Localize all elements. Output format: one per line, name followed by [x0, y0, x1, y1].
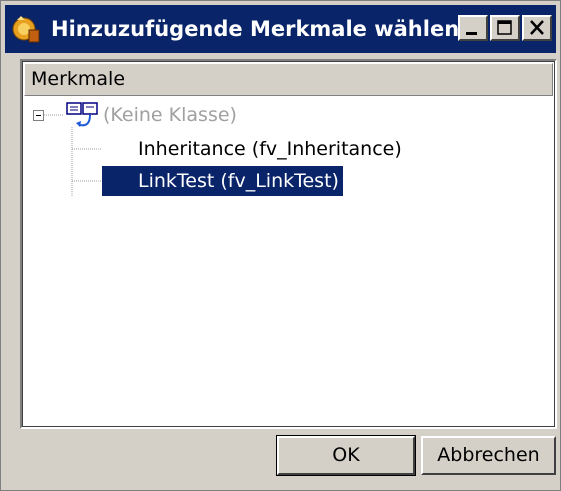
tree-node-root[interactable]: (Keine Klasse) [103, 101, 237, 129]
maximize-button[interactable] [490, 15, 520, 41]
close-icon [530, 20, 544, 35]
tree-node-inheritance[interactable]: Inheritance (fv_Inheritance) [102, 134, 406, 164]
cancel-button[interactable]: Abbrechen [421, 436, 556, 475]
minimize-button[interactable] [458, 15, 488, 41]
feature-tree[interactable]: Merkmale (Keine Klasse) Inheritance (fv_… [20, 59, 557, 429]
ok-button[interactable]: OK [276, 435, 416, 476]
tree-node-linktest[interactable]: LinkTest (fv_LinkTest) [102, 166, 343, 196]
class-icon [66, 102, 98, 127]
tree-connector-lines [44, 114, 102, 197]
title-bar[interactable]: Hinzuzufügende Merkmale wählen [5, 5, 556, 53]
collapse-toggle-icon[interactable] [33, 110, 44, 121]
maximize-icon [497, 20, 512, 35]
tree-node-label: Inheritance (fv_Inheritance) [138, 138, 402, 160]
close-button[interactable] [522, 15, 552, 41]
dialog-window: Hinzuzufügende Merkmale wählen Merkmale [0, 0, 561, 491]
tree-node-label: LinkTest (fv_LinkTest) [138, 170, 339, 192]
minimize-icon [466, 32, 477, 35]
app-icon [12, 16, 40, 43]
window-title: Hinzuzufügende Merkmale wählen [51, 17, 460, 41]
